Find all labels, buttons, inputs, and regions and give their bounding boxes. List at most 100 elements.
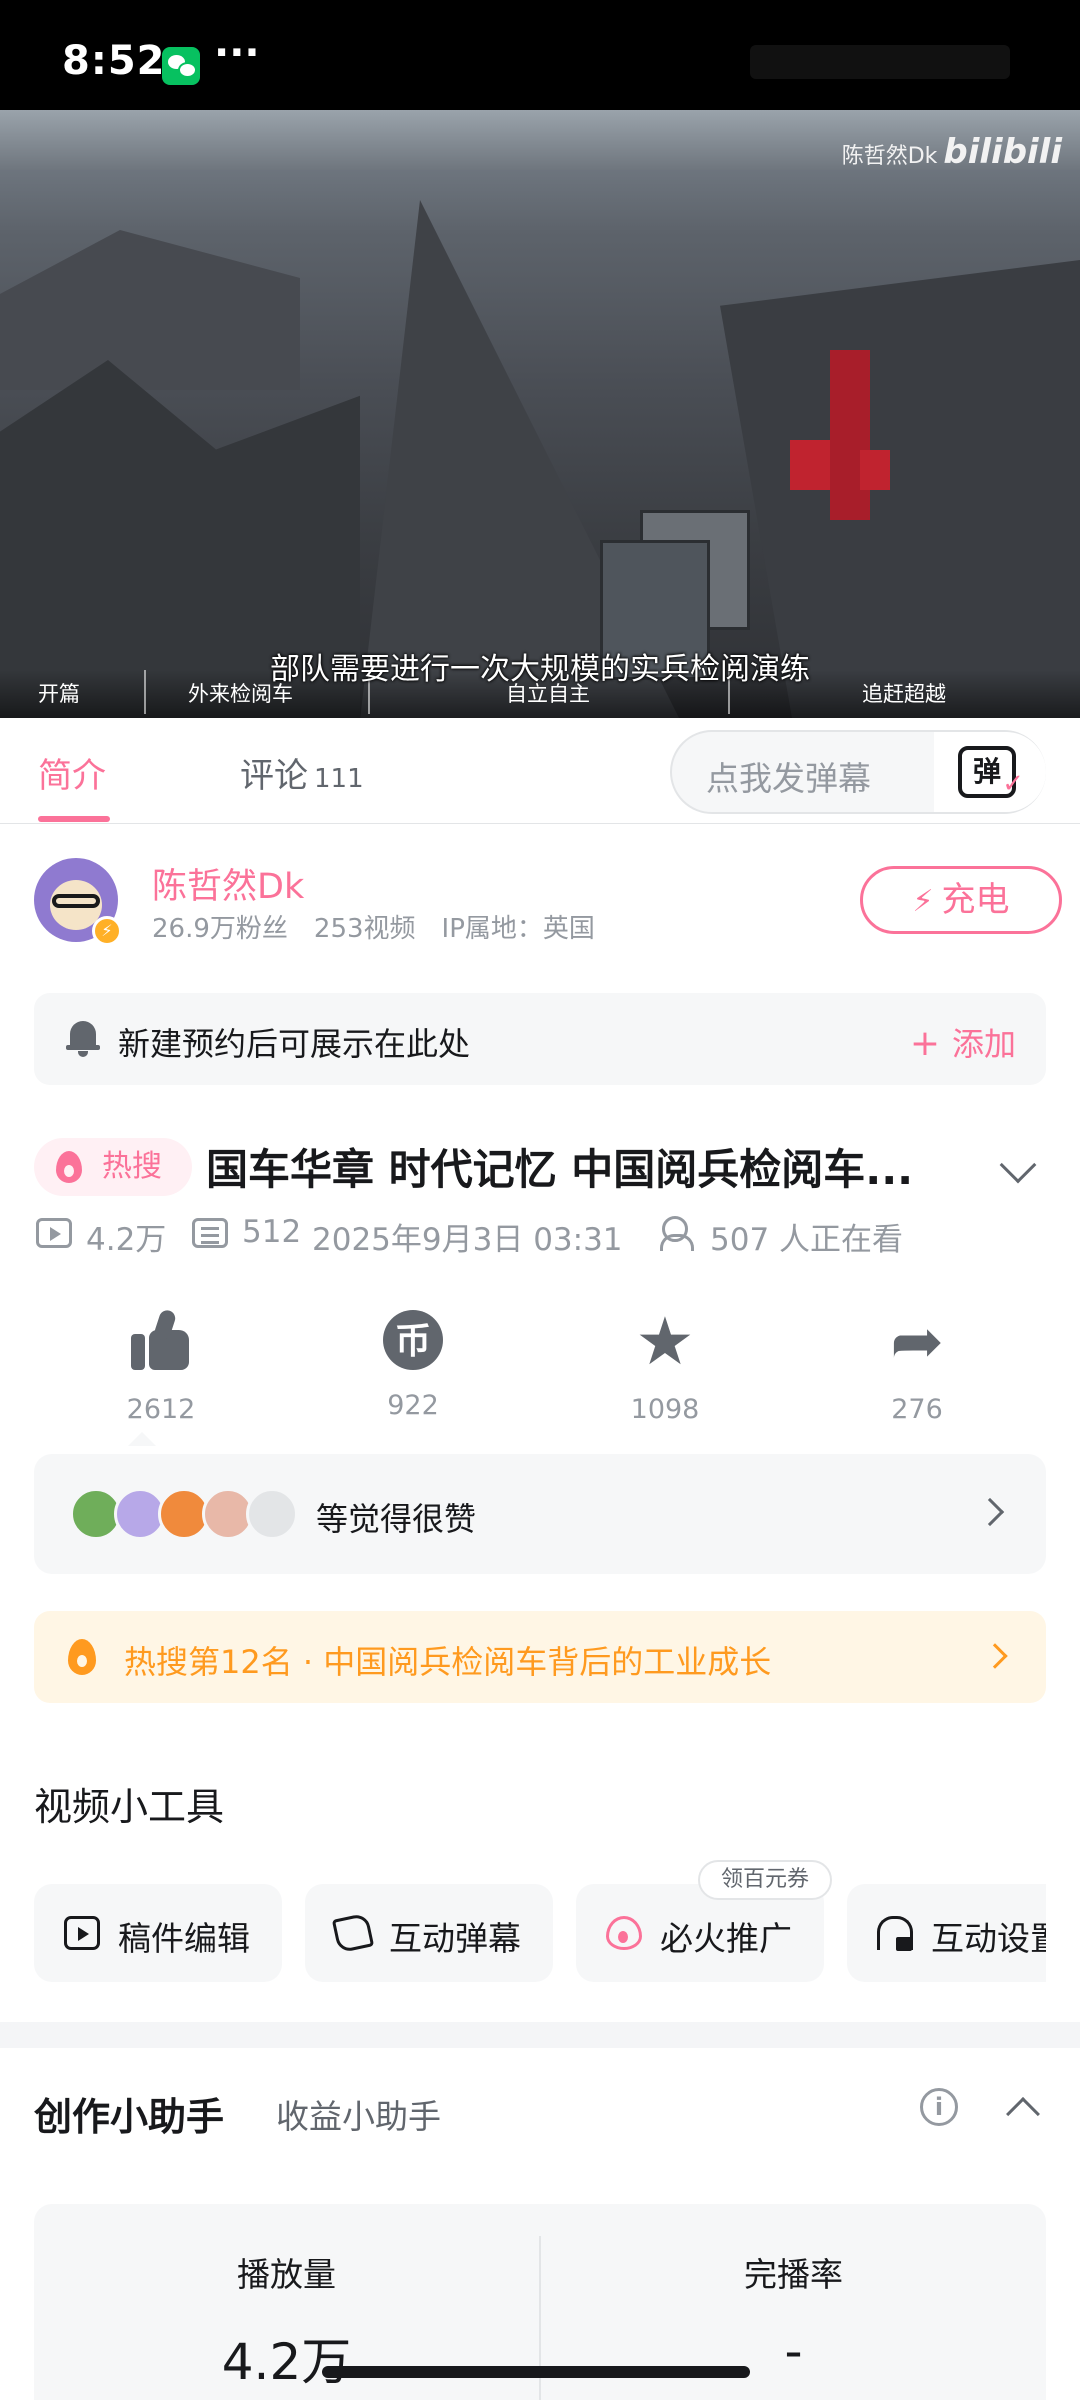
tool-label: 互动弹幕 [389,1919,521,1958]
tab-intro[interactable]: 简介 [38,748,106,797]
thumbs-up-icon [129,1308,193,1374]
video-frame-flag [790,440,830,490]
like-button[interactable]: 2612 [96,1308,226,1425]
uploader-avatar[interactable]: ⚡ [34,858,122,946]
hot-search-tag[interactable]: 热搜 [34,1138,192,1196]
video-title[interactable]: 国车华章 时代记忆 中国阅兵检阅车... [206,1136,913,1197]
chevron-up-icon[interactable] [1006,2097,1040,2131]
coin-icon: 币 [383,1310,443,1370]
video-frame-banner [830,350,870,520]
headset-lock-icon [877,1916,913,1951]
status-icons [750,45,1010,79]
share-count: 276 [891,1394,943,1425]
status-time: 8:52 [62,38,166,84]
video-frame-building [0,230,300,390]
more-dots-icon: ··· [214,30,260,76]
danmaku-count-icon [192,1218,228,1248]
tool-clip: 互动设置 [847,1884,1046,1982]
video-watermark: 陈哲然Dk bilibili [842,132,1062,172]
tab-comments[interactable]: 评论 111 [240,748,364,797]
section-divider [0,2022,1080,2048]
publish-date: 2025年9月3日 03:31 [312,1222,623,1258]
bolt-icon: ⚡ [912,884,934,919]
flame-icon [68,1639,96,1675]
fans-count: 26.9万粉丝 [152,914,288,944]
verified-badge-icon: ⚡ [92,916,122,946]
star-icon: ★ [635,1303,695,1380]
favorite-count: 1098 [630,1394,700,1425]
wechat-icon [162,47,200,85]
watching-count: 507 人正在看 [710,1222,904,1258]
add-reservation-button[interactable]: + 添加 [910,1019,1016,1065]
share-button[interactable]: ➦ 276 [852,1310,982,1425]
tab-comments-label: 评论 [240,756,308,796]
play-count: 4.2万 [86,1222,167,1258]
stat-label: 播放量 [237,2255,336,2294]
likers-pointer [128,1432,156,1446]
chapter-label[interactable]: 外来检阅车 [188,678,293,708]
chapter-label[interactable]: 自立自主 [506,678,590,708]
flame-icon [56,1151,82,1183]
more-likers-icon [246,1488,298,1540]
home-indicator[interactable] [322,2366,750,2378]
edit-video-icon [64,1916,100,1950]
tools-section-title: 视频小工具 [34,1785,225,1829]
bell-icon [66,1021,100,1057]
bilibili-logo: bilibili [943,132,1062,172]
video-player[interactable]: 陈哲然Dk bilibili 部队需要进行一次大规模的实兵检阅演练 开篇 外来检阅… [0,110,1080,718]
chapter-label[interactable]: 开篇 [38,678,80,708]
status-bar: 8:52 ··· [0,0,1080,110]
likers-text: 等觉得很赞 [316,1500,477,1538]
likers-row[interactable]: 等觉得很赞 [34,1454,1046,1574]
plus-icon: + [909,1023,940,1064]
danmaku-toggle-button[interactable]: 弹 [934,732,1046,812]
avatar-glasses [52,894,100,908]
add-label: 添加 [951,1025,1016,1063]
coin-button[interactable]: 币 922 [348,1310,478,1421]
stat-completion: 完播率 - [541,2248,1046,2380]
stat-value: 4.2万 [221,2333,352,2391]
reservation-text: 新建预约后可展示在此处 [118,1025,471,1063]
active-tab-indicator [38,816,110,822]
hot-tag-label: 热搜 [102,1149,162,1184]
reservation-banner: 新建预约后可展示在此处 + 添加 [34,993,1046,1085]
comments-count: 111 [314,764,364,794]
chevron-right-icon [982,1643,1008,1669]
danmaku-placeholder: 点我发弹幕 [706,759,871,798]
like-count: 2612 [126,1394,196,1425]
video-count: 253视频 [313,914,416,944]
danmaku-count: 512 [242,1214,302,1250]
uploader-name[interactable]: 陈哲然Dk [152,858,304,909]
hot-rank-banner[interactable]: 热搜第12名 · 中国阅兵检阅车背后的工业成长 [34,1611,1046,1703]
chapter-label[interactable]: 追赶超越 [862,678,946,708]
tool-settings[interactable]: 互动设置 [847,1884,1046,1982]
fire-icon [606,1916,642,1950]
viewers-icon [660,1216,700,1251]
charge-label: 充电 [941,880,1010,920]
tool-danmaku[interactable]: 互动弹幕 [305,1884,553,1982]
hot-rank-text: 热搜第12名 · 中国阅兵检阅车背后的工业成长 [124,1643,772,1681]
uploader-stats: 26.9万粉丝 253视频 IP属地：英国 [152,908,621,945]
tool-edit[interactable]: 稿件编辑 [34,1884,282,1982]
tool-label: 互动设置 [931,1919,1046,1958]
play-count-icon [36,1218,72,1248]
favorite-button[interactable]: ★ 1098 [600,1303,730,1426]
coupon-badge: 领百元券 [698,1860,832,1900]
coin-count: 922 [387,1390,439,1421]
charge-button[interactable]: ⚡ 充电 [860,866,1062,934]
puzzle-icon [331,1912,375,1954]
danmaku-input[interactable]: 点我发弹幕 弹 [670,730,1046,814]
ip-location: IP属地：英国 [441,914,595,944]
video-frame-flag [860,450,890,490]
tool-label: 稿件编辑 [118,1919,250,1958]
revenue-assistant-tab[interactable]: 收益小助手 [276,2090,441,2138]
expand-chevron-icon[interactable] [999,1146,1037,1184]
danmaku-icon: 弹 [958,746,1024,806]
chevron-right-icon [975,1497,1005,1527]
watermark-author: 陈哲然Dk [841,144,938,169]
share-arrow-icon: ➦ [890,1305,944,1379]
info-icon[interactable]: i [920,2088,958,2126]
creator-assistant-title[interactable]: 创作小助手 [34,2086,224,2141]
tool-label: 必火推广 [660,1919,792,1958]
stat-label: 完播率 [744,2255,843,2294]
